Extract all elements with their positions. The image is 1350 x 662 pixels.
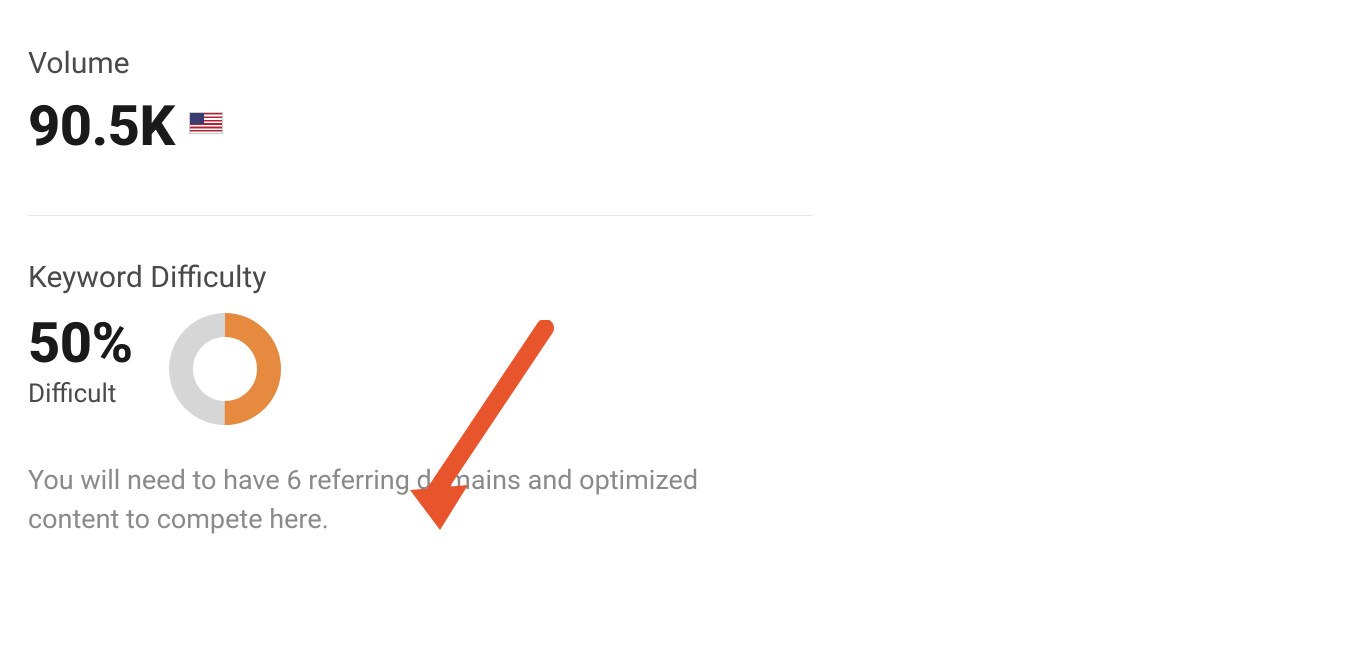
us-flag-icon bbox=[189, 112, 223, 134]
volume-value: 90.5K bbox=[28, 93, 175, 159]
volume-value-row: 90.5K bbox=[28, 93, 813, 159]
keyword-difficulty-tier: Difficult bbox=[28, 379, 133, 409]
keyword-difficulty-text: 50% Difficult bbox=[28, 315, 133, 409]
difficulty-donut-chart bbox=[167, 311, 283, 427]
section-divider bbox=[28, 215, 813, 216]
keyword-difficulty-value: 50% bbox=[28, 315, 133, 371]
volume-section: Volume 90.5K Keyword Difficulty 50% Diff… bbox=[28, 46, 813, 539]
keyword-difficulty-label: Keyword Difficulty bbox=[28, 260, 813, 295]
difficulty-description: You will need to have 6 referring domain… bbox=[28, 461, 788, 539]
keyword-difficulty-row: 50% Difficult bbox=[28, 315, 813, 427]
volume-label: Volume bbox=[28, 46, 813, 81]
